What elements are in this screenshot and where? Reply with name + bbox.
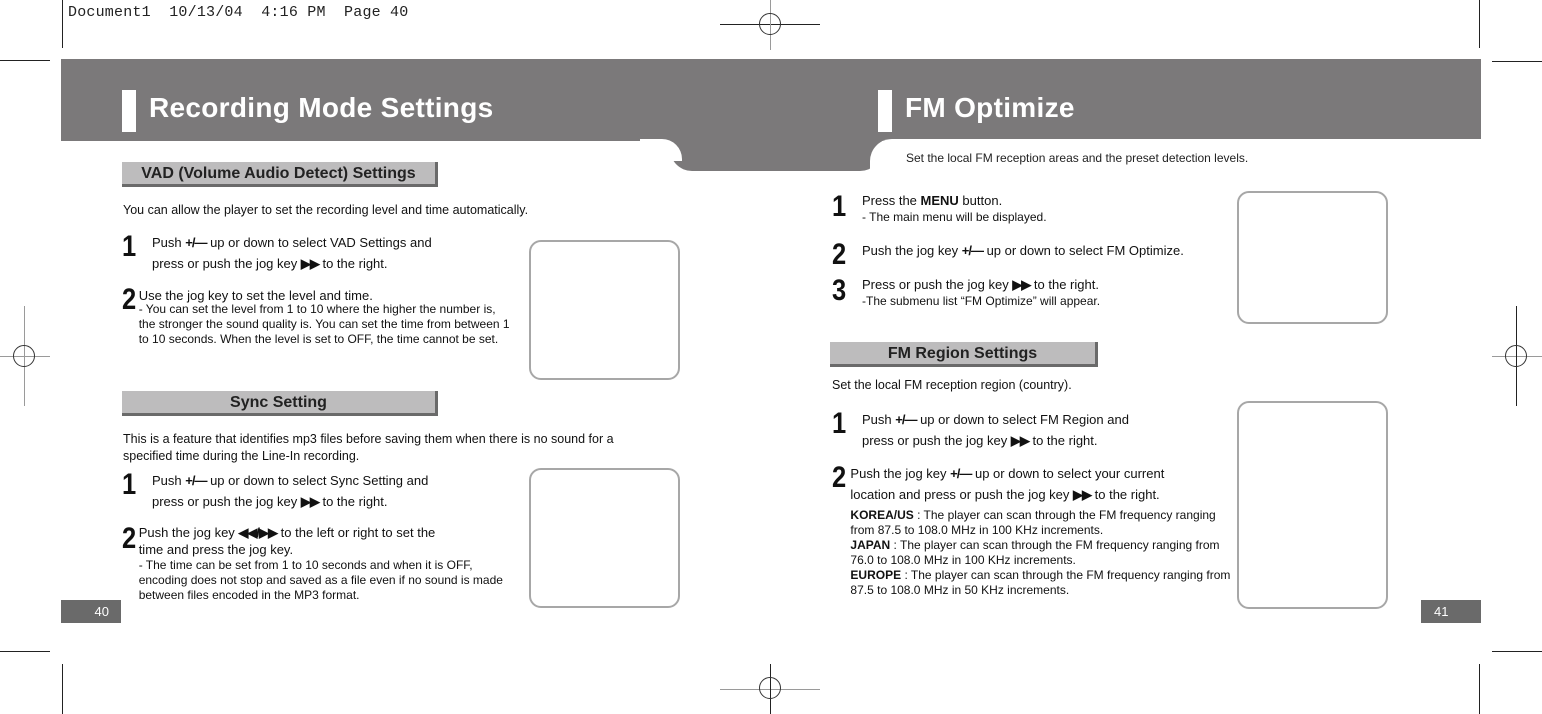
region-list: KOREA/US : The player can scan through t… bbox=[850, 508, 1232, 598]
screen-illustration-placeholder bbox=[1237, 401, 1388, 609]
crop-mark bbox=[0, 60, 50, 61]
sync-step-1: 1 Push +/— up or down to select Sync Set… bbox=[122, 470, 428, 512]
region-step-2: 2 Push the jog key +/— up or down to sel… bbox=[832, 461, 1232, 598]
page-title-right: FM Optimize bbox=[905, 92, 1075, 123]
crop-mark bbox=[0, 651, 50, 652]
region-step-1: 1 Push +/— up or down to select FM Regio… bbox=[832, 409, 1129, 451]
menu-key-label: MENU bbox=[920, 193, 959, 208]
section-lead-vad: You can allow the player to set the reco… bbox=[123, 203, 529, 217]
title-accent-bar bbox=[878, 90, 892, 132]
page-number-right: 41 bbox=[1421, 600, 1481, 623]
crop-mark bbox=[62, 664, 63, 714]
step-number: 2 bbox=[832, 238, 847, 271]
step-note: - The main menu will be displayed. bbox=[862, 210, 1047, 224]
section-lead-fm-region: Set the local FM reception region (count… bbox=[832, 378, 1072, 392]
right-intro: Set the local FM reception areas and the… bbox=[906, 151, 1249, 165]
section-heading-vad: VAD (Volume Audio Detect) Settings bbox=[122, 162, 438, 187]
rewind-forward-icon: ◀◀/▶▶ bbox=[238, 525, 278, 540]
banner-tab bbox=[670, 130, 882, 171]
plus-minus-icon: +/— bbox=[185, 235, 207, 250]
step-note: - You can set the level from 1 to 10 whe… bbox=[138, 302, 510, 346]
crop-mark bbox=[1492, 651, 1542, 652]
screen-illustration-placeholder bbox=[529, 240, 680, 380]
fast-forward-icon: ▶▶ bbox=[300, 256, 320, 271]
fm-step-2: 2 Push the jog key +/— up or down to sel… bbox=[832, 238, 1184, 271]
fast-forward-icon: ▶▶ bbox=[1010, 433, 1030, 448]
fast-forward-icon: ▶▶ bbox=[1012, 277, 1031, 292]
step-number: 1 bbox=[832, 407, 847, 440]
fast-forward-icon: ▶▶ bbox=[1073, 487, 1092, 502]
fm-step-1: 1 Press the MENU button. - The main menu… bbox=[832, 190, 1047, 225]
plus-minus-icon: +/— bbox=[950, 466, 972, 481]
title-accent-bar bbox=[122, 90, 136, 132]
page-title-left: Recording Mode Settings bbox=[149, 92, 494, 123]
section-lead-sync: This is a feature that identifies mp3 fi… bbox=[123, 432, 614, 463]
fast-forward-icon: ▶▶ bbox=[300, 494, 320, 509]
region-item-japan: JAPAN : The player can scan through the … bbox=[850, 538, 1220, 567]
step-number: 1 bbox=[122, 230, 137, 263]
step-note: -The submenu list “FM Optimize” will app… bbox=[862, 294, 1101, 308]
section-heading-sync: Sync Setting bbox=[122, 391, 438, 416]
plus-minus-icon: +/— bbox=[961, 243, 984, 258]
crop-mark bbox=[1479, 0, 1480, 48]
plus-minus-icon: +/— bbox=[895, 412, 917, 427]
region-item-europe: EUROPE : The player can scan through the… bbox=[850, 568, 1231, 597]
plus-minus-icon: +/— bbox=[185, 473, 207, 488]
step-number: 1 bbox=[122, 468, 137, 501]
step-number: 2 bbox=[832, 461, 847, 494]
step-number: 2 bbox=[122, 283, 137, 316]
screen-illustration-placeholder bbox=[1237, 191, 1388, 324]
crop-mark bbox=[1479, 664, 1480, 714]
region-item-korea-us: KOREA/US : The player can scan through t… bbox=[850, 508, 1216, 537]
section-heading-fm-region: FM Region Settings bbox=[830, 342, 1098, 367]
vad-step-2: 2 Use the jog key to set the level and t… bbox=[122, 285, 512, 347]
fm-step-3: 3 Press or push the jog key ▶▶ to the ri… bbox=[832, 274, 1101, 309]
step-number: 1 bbox=[832, 190, 847, 223]
sync-step-2: 2 Push the jog key ◀◀/▶▶ to the left or … bbox=[122, 524, 512, 603]
vad-step-1: 1 Push +/— up or down to select VAD Sett… bbox=[122, 232, 432, 274]
printer-slug: Document1 10/13/04 4:16 PM Page 40 bbox=[68, 4, 409, 21]
crop-mark bbox=[1492, 61, 1542, 62]
step-note: - The time can be set from 1 to 10 secon… bbox=[138, 558, 503, 602]
screen-illustration-placeholder bbox=[529, 468, 680, 608]
crop-mark bbox=[62, 0, 63, 48]
step-number: 3 bbox=[832, 274, 847, 307]
page-number-left: 40 bbox=[61, 600, 121, 623]
step-number: 2 bbox=[122, 522, 137, 555]
